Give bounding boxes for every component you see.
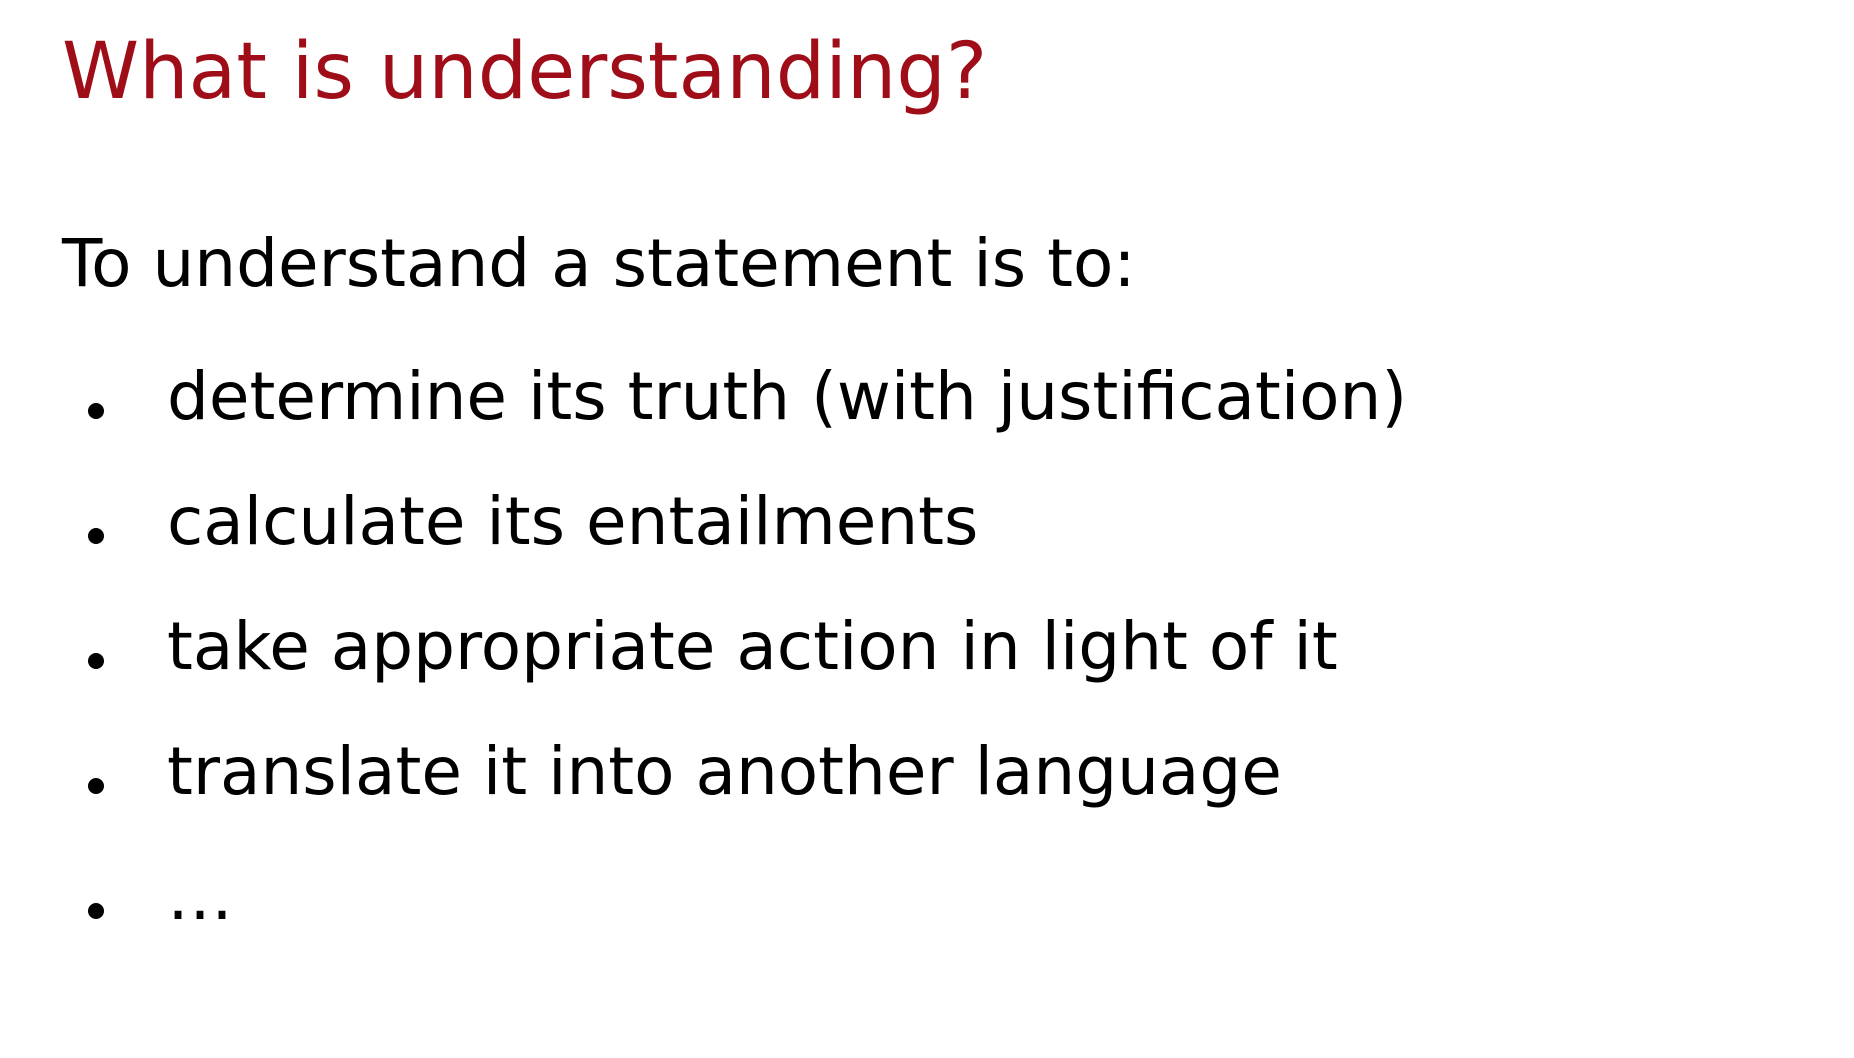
bullet-text: … — [167, 858, 233, 935]
intro-text: To understand a statement is to: — [62, 225, 1136, 302]
bullet-text: calculate its entailments — [167, 483, 979, 560]
bullet-text: determine its truth (with justification) — [167, 358, 1408, 435]
bullet-text: translate it into another language — [167, 733, 1282, 810]
bullet-dot-icon — [88, 403, 104, 419]
bullet-dot-icon — [88, 903, 104, 919]
slide-title: What is understanding? — [62, 27, 988, 117]
slide: What is understanding? To understand a s… — [0, 0, 1854, 1058]
bullet-text: take appropriate action in light of it — [167, 608, 1338, 685]
bullet-dot-icon — [88, 778, 104, 794]
bullet-dot-icon — [88, 528, 104, 544]
bullet-dot-icon — [88, 653, 104, 669]
